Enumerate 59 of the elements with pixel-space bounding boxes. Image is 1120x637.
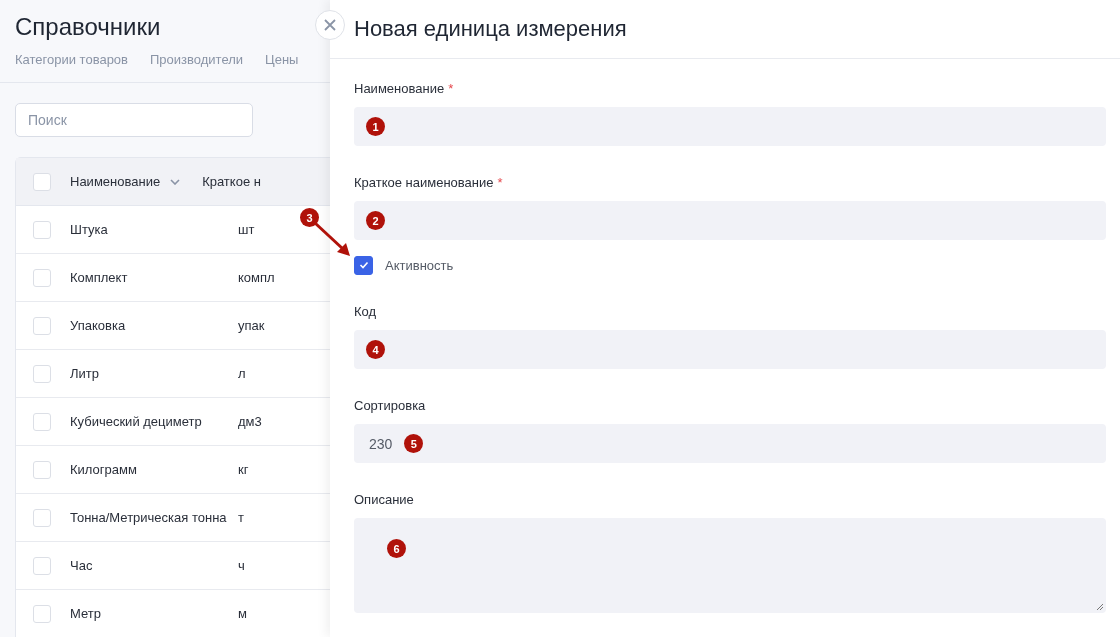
check-icon bbox=[358, 261, 369, 269]
column-header[interactable]: Краткое н bbox=[202, 174, 261, 189]
search-field[interactable]: Поиск bbox=[15, 103, 253, 137]
textarea-field[interactable]: 6 bbox=[354, 518, 1106, 613]
row-checkbox[interactable] bbox=[33, 316, 51, 335]
page-title: Справочники bbox=[15, 12, 162, 42]
required-mark: * bbox=[497, 175, 503, 190]
table-cell-text: Упаковка bbox=[70, 318, 127, 333]
close-icon bbox=[323, 18, 337, 32]
input-field[interactable]: 1 bbox=[354, 107, 1106, 146]
row-checkbox[interactable] bbox=[33, 364, 51, 383]
table-cell-text: Комплект bbox=[70, 270, 129, 285]
table-cell: упак bbox=[238, 318, 265, 333]
table-cell-text: Метр bbox=[70, 606, 102, 621]
input-field[interactable]: 2 bbox=[354, 201, 1106, 240]
field-label: Наименование bbox=[354, 81, 445, 96]
chevron-down-icon[interactable] bbox=[170, 178, 181, 185]
checkbox[interactable] bbox=[354, 255, 373, 275]
required-mark: * bbox=[448, 81, 454, 96]
table-cell-text: Час bbox=[70, 558, 94, 573]
table-cell: м bbox=[238, 606, 247, 621]
table-cell-text: Штука bbox=[70, 222, 109, 237]
table-cell: т bbox=[238, 510, 244, 525]
column-header[interactable]: Наименование bbox=[70, 174, 161, 189]
field-label: Код bbox=[354, 304, 377, 319]
row-checkbox[interactable] bbox=[33, 268, 51, 287]
field-label: Краткое наименование bbox=[354, 175, 494, 190]
callout-marker: 2 bbox=[366, 211, 385, 230]
field-label: Сортировка bbox=[354, 398, 426, 413]
arrow-icon bbox=[313, 221, 351, 257]
table-cell-text: Литр bbox=[70, 366, 100, 381]
input-field[interactable]: 4 bbox=[354, 330, 1106, 369]
callout-marker: 5 bbox=[404, 434, 424, 453]
row-checkbox[interactable] bbox=[33, 460, 51, 479]
field-value: 230 bbox=[369, 435, 393, 452]
input-field[interactable]: 230 5 bbox=[354, 424, 1106, 463]
row-checkbox[interactable] bbox=[33, 556, 51, 575]
callout-marker: 6 bbox=[387, 539, 406, 558]
table-cell: кг bbox=[238, 462, 249, 477]
field-label: Описание bbox=[354, 492, 414, 507]
panel-title: Новая единица измерения bbox=[354, 16, 627, 42]
table-cell: компл bbox=[238, 270, 275, 285]
select-all-checkbox[interactable] bbox=[33, 172, 51, 191]
row-checkbox[interactable] bbox=[33, 412, 51, 431]
row-checkbox[interactable] bbox=[33, 604, 51, 623]
table-cell-text: Килограмм bbox=[70, 462, 138, 477]
table-cell-text: Тонна/Метрическая тонна bbox=[70, 510, 228, 525]
callout-marker: 4 bbox=[366, 340, 385, 359]
checkbox-label: Активность bbox=[385, 257, 454, 273]
table-cell-text: Кубический дециметр bbox=[70, 414, 203, 429]
callout-marker: 1 bbox=[366, 117, 385, 136]
table-cell: л bbox=[238, 366, 246, 381]
row-checkbox[interactable] bbox=[33, 508, 51, 527]
row-checkbox[interactable] bbox=[33, 220, 51, 239]
close-button[interactable] bbox=[315, 10, 345, 40]
resize-grip-icon[interactable] bbox=[1096, 603, 1104, 611]
table-cell: ч bbox=[238, 558, 245, 573]
table-cell: шт bbox=[238, 222, 255, 237]
table-cell: дм3 bbox=[238, 414, 262, 429]
